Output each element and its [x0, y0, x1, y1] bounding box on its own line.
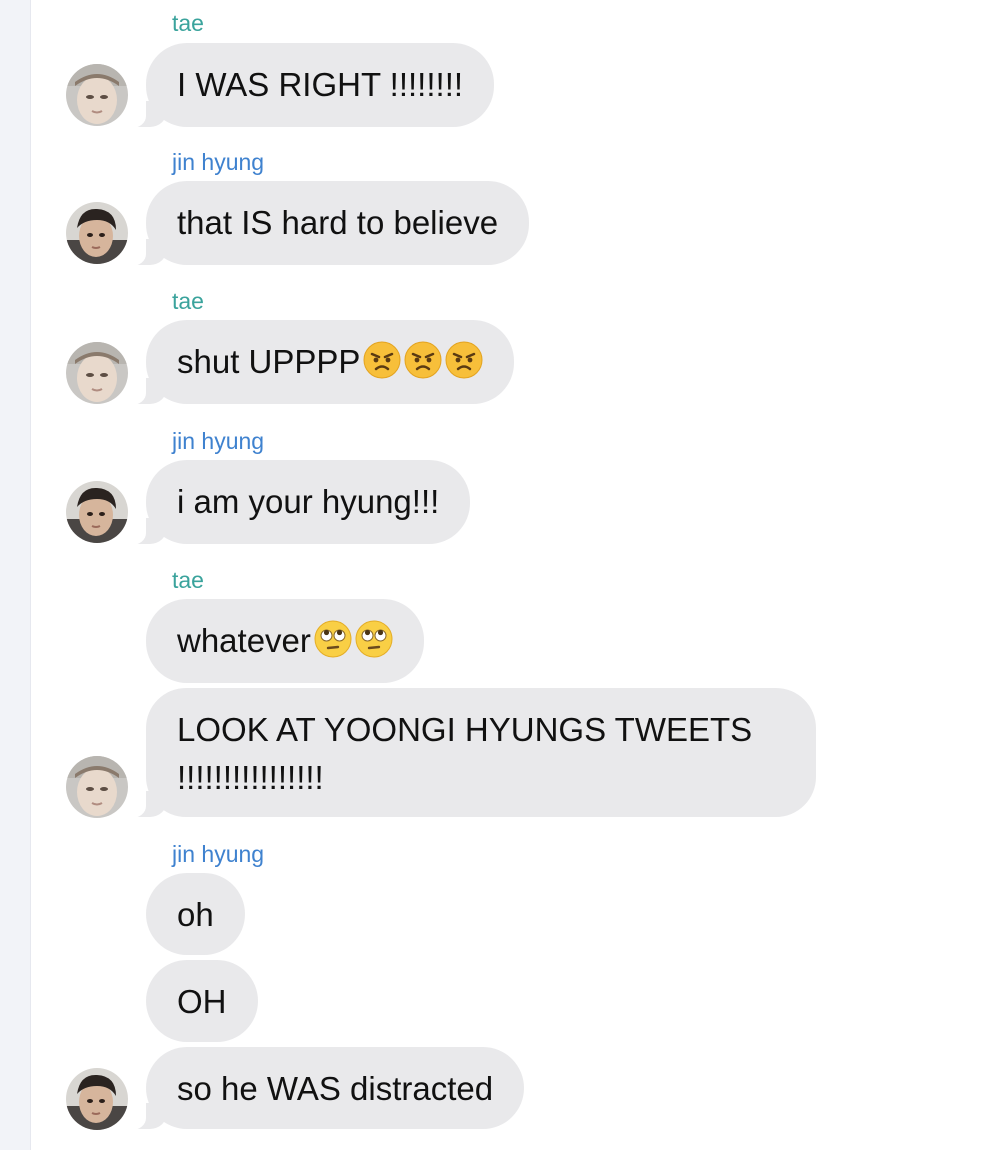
angry-face-icon — [404, 341, 442, 379]
message-text: i am your hyung!!! — [177, 483, 440, 520]
message-text: so he WAS distracted — [177, 1070, 494, 1107]
message-text: LOOK AT YOONGI HYUNGS TWEETS !!!!!!!!!!!… — [177, 711, 753, 796]
avatar-tae-image — [66, 342, 128, 404]
avatar-tae[interactable] — [66, 756, 128, 818]
sender-name-tae: tae — [172, 10, 204, 36]
message-bubble[interactable]: i am your hyung!!! — [117, 460, 471, 545]
message-text: whatever — [177, 622, 311, 659]
sender-name-tae: tae — [172, 288, 204, 314]
message-text: that IS hard to believe — [177, 204, 499, 241]
message-text: OH — [177, 983, 227, 1020]
message-text: shut UPPPP — [177, 343, 361, 380]
avatar-jin[interactable] — [66, 481, 128, 543]
sidebar-edge — [0, 0, 31, 1150]
sender-name-jin: jin hyung — [172, 428, 265, 454]
message-bubble[interactable]: LOOK AT YOONGI HYUNGS TWEETS !!!!!!!!!!!… — [118, 688, 816, 818]
message-bubble[interactable]: so he WAS distracted — [117, 1047, 525, 1130]
eye-roll-face-icon — [314, 620, 352, 658]
angry-face-icon — [445, 341, 483, 379]
sender-name-jin: jin hyung — [172, 149, 265, 175]
message-bubble[interactable]: whatever — [146, 599, 424, 683]
message-text: oh — [177, 896, 214, 933]
message-bubble[interactable]: shut UPPPP — [117, 320, 515, 405]
angry-face-icon — [363, 341, 401, 379]
avatar-jin-image — [66, 202, 128, 264]
message-bubble[interactable]: oh — [146, 873, 245, 955]
avatar-tae[interactable] — [66, 64, 128, 126]
avatar-tae-image — [66, 756, 128, 818]
avatar-jin[interactable] — [66, 1068, 128, 1130]
avatar-tae[interactable] — [66, 342, 128, 404]
message-text: I WAS RIGHT !!!!!!!! — [177, 66, 464, 103]
message-bubble[interactable]: that IS hard to believe — [117, 181, 530, 266]
avatar-tae-image — [66, 64, 128, 126]
sender-name-tae: tae — [172, 567, 204, 593]
avatar-jin-image — [66, 481, 128, 543]
avatar-jin-image — [66, 1068, 128, 1130]
avatar-jin[interactable] — [66, 202, 128, 264]
message-bubble[interactable]: OH — [146, 960, 258, 1042]
message-bubble[interactable]: I WAS RIGHT !!!!!!!! — [117, 43, 495, 128]
sender-name-jin: jin hyung — [172, 841, 265, 867]
eye-roll-face-icon — [355, 620, 393, 658]
